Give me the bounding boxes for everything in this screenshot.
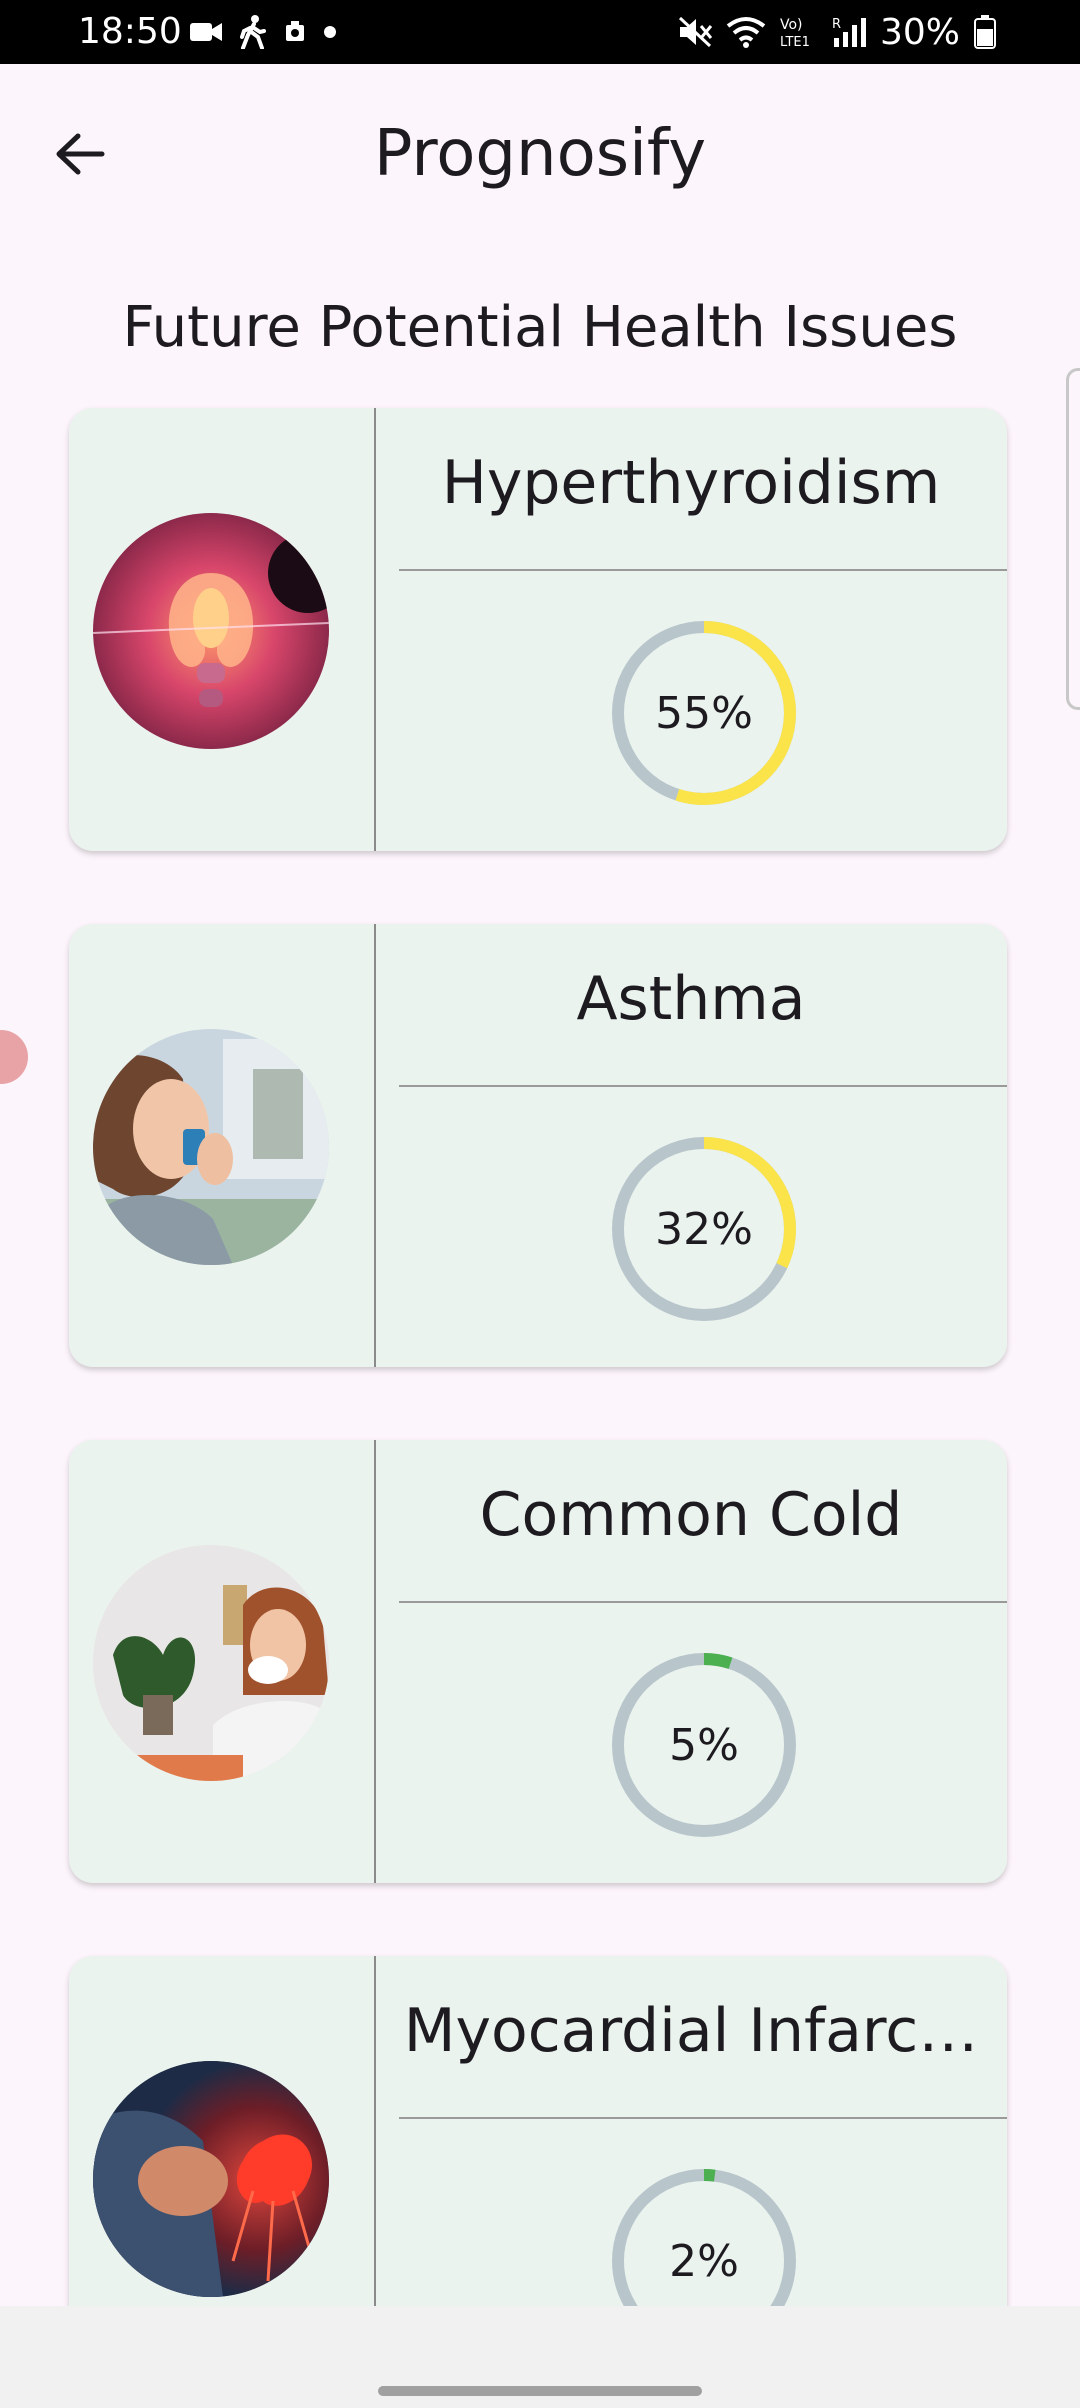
thyroid-image [93, 513, 329, 749]
app-bar: Prognosify [0, 64, 1080, 224]
divider [399, 1085, 1007, 1087]
volte-icon: Vo) LTE1 [780, 17, 810, 49]
home-gesture-handle[interactable] [378, 2386, 702, 2396]
condition-name: Asthma [576, 964, 806, 1034]
condition-card-common-cold[interactable]: Common Cold 5% [69, 1440, 1007, 1883]
condition-card-myocardial-infarction[interactable]: Myocardial Infarc… 2% [69, 1956, 1007, 2306]
svg-text:R: R [832, 17, 841, 32]
status-icons-right: Vo) LTE1 R 30% [678, 8, 996, 56]
divider [399, 1601, 1007, 1603]
status-time: 18:50 [78, 11, 182, 52]
battery-percent: 30% [879, 11, 960, 53]
sneezing-image [93, 1545, 329, 1781]
condition-image-panel [69, 1956, 376, 2306]
condition-card-asthma[interactable]: Asthma 32% [69, 924, 1007, 1367]
section-title: Future Potential Health Issues [122, 295, 958, 360]
scrollbar[interactable] [1066, 368, 1080, 710]
video-camera-icon [190, 23, 222, 41]
walking-icon [240, 15, 266, 49]
probability-label: 5% [669, 1719, 739, 1771]
svg-text:Vo): Vo) [780, 17, 803, 33]
conditions-list[interactable]: Hyperthyroidism 55% Asthma 32% Common Co… [0, 400, 1080, 2306]
condition-image-panel [69, 408, 376, 851]
condition-name: Common Cold [479, 1480, 903, 1550]
heart-attack-image [93, 2061, 329, 2297]
probability-label: 2% [669, 2235, 739, 2287]
signal-icon: R [832, 17, 866, 47]
dot-icon [324, 26, 336, 38]
divider [399, 2117, 1007, 2119]
wifi-icon [726, 17, 766, 48]
condition-image-panel [69, 924, 376, 1367]
mute-icon [678, 16, 712, 48]
condition-image-panel [69, 1440, 376, 1883]
inhaler-image [93, 1029, 329, 1265]
app-title: Prognosify [373, 117, 707, 191]
condition-card-hyperthyroidism[interactable]: Hyperthyroidism 55% [69, 408, 1007, 851]
condition-name: Hyperthyroidism [441, 448, 941, 518]
divider [399, 569, 1007, 571]
probability-label: 32% [655, 1203, 753, 1255]
probability-label: 55% [655, 687, 753, 739]
photo-icon [286, 21, 304, 41]
status-bar: 18:50 Vo) LTE1 R 30% [0, 0, 1080, 64]
condition-name: Myocardial Infarc… [403, 1996, 979, 2066]
battery-icon [974, 15, 996, 49]
navigation-bar [0, 2306, 1080, 2408]
status-icons-left [190, 14, 336, 50]
svg-text:LTE1: LTE1 [780, 35, 810, 49]
